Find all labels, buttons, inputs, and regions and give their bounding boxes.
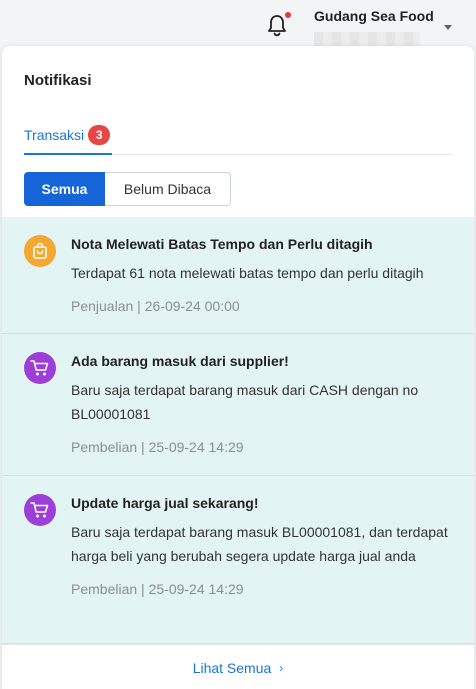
notification-category: Pembelian: [71, 581, 138, 597]
chevron-down-icon[interactable]: [444, 25, 452, 30]
meta-separator: |: [137, 581, 149, 597]
notification-title: Update harga jual sekarang!: [71, 495, 259, 511]
notification-list: Nota Melewati Batas Tempo dan Perlu dita…: [2, 217, 474, 644]
shopping-bag-icon: [24, 235, 56, 267]
panel-footer: Lihat Semua ›: [2, 644, 474, 689]
notification-category: Pembelian: [71, 439, 138, 455]
see-all-label: Lihat Semua: [192, 659, 272, 676]
notification-text: Baru saja terdapat barang masuk dari CAS…: [71, 382, 419, 422]
notification-title: Nota Melewati Batas Tempo dan Perlu dita…: [71, 236, 373, 252]
cart-icon: [24, 494, 56, 526]
tab-label: Transaksi: [24, 126, 85, 143]
panel-title: Notifikasi: [24, 72, 92, 89]
notification-item[interactable]: Update harga jual sekarang! Baru saja te…: [2, 476, 474, 644]
filter-unread-button[interactable]: Belum Dibaca: [105, 172, 231, 206]
notification-dot: [285, 12, 291, 18]
notification-datetime: 25-09-24 14:29: [148, 581, 244, 597]
notification-panel: Notifikasi Transaksi 3 Semua Belum Dibac…: [2, 46, 474, 689]
filter-toggle: Semua Belum Dibaca: [24, 172, 231, 206]
notification-datetime: 25-09-24 14:29: [148, 439, 244, 455]
chevron-right-icon: ›: [279, 660, 284, 675]
count-badge: 3: [88, 124, 111, 145]
notification-category: Penjualan: [71, 298, 134, 314]
notification-meta: Pembelian | 25-09-24 14:29: [71, 437, 454, 457]
tab-bar: Transaksi 3: [24, 116, 452, 155]
notification-title: Ada barang masuk dari supplier!: [71, 353, 289, 369]
meta-separator: |: [133, 298, 145, 314]
notification-meta: Penjualan | 26-09-24 00:00: [71, 296, 454, 316]
notification-meta: Pembelian | 25-09-24 14:29: [71, 579, 454, 599]
store-name[interactable]: Gudang Sea Food: [314, 8, 434, 24]
notification-item[interactable]: Ada barang masuk dari supplier! Baru saj…: [2, 334, 474, 476]
notification-item[interactable]: Nota Melewati Batas Tempo dan Perlu dita…: [2, 217, 474, 334]
notification-text: Baru saja terdapat barang masuk BL000010…: [71, 524, 448, 564]
cart-icon: [24, 352, 56, 384]
meta-separator: |: [137, 439, 149, 455]
notification-text: Terdapat 61 nota melewati batas tempo da…: [71, 265, 424, 281]
tab-transaksi[interactable]: Transaksi 3: [24, 116, 113, 155]
see-all-link[interactable]: Lihat Semua ›: [193, 660, 284, 676]
notification-datetime: 26-09-24 00:00: [144, 298, 240, 314]
top-bar: Gudang Sea Food: [0, 0, 476, 50]
filter-all-button[interactable]: Semua: [24, 172, 105, 206]
